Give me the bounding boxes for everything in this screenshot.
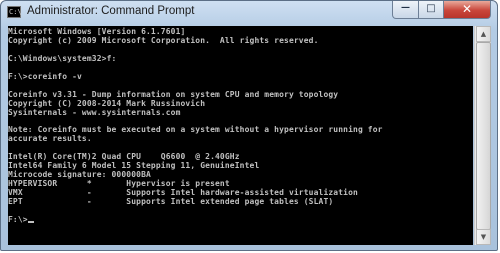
minimize-button[interactable]: — (392, 1, 419, 19)
scroll-down-button[interactable]: ▼ (476, 229, 491, 245)
console-line: Note: Coreinfo must be executed on a sys… (8, 125, 383, 135)
command-prompt-line[interactable]: F:\> (8, 215, 28, 224)
console-line: Intel(R) Core(TM)2 Quad CPU Q6600 @ 2.40… (8, 152, 240, 162)
console-line: F:\>coreinfo -v (8, 71, 82, 81)
vertical-scrollbar[interactable]: ▲ ▼ (474, 26, 491, 245)
scroll-up-button[interactable]: ▲ (476, 26, 491, 42)
console-icon[interactable]: C:\ (7, 6, 22, 18)
console-text: Microsoft Windows [Version 6.1.7601] Cop… (8, 26, 473, 225)
maximize-button[interactable]: □ (418, 1, 444, 19)
console-line: C:\Windows\system32>f: (8, 53, 117, 63)
console-line: accurate results. (8, 134, 92, 144)
console-line: VMX - Supports Intel hardware-assisted v… (8, 188, 358, 198)
console-output[interactable]: Microsoft Windows [Version 6.1.7601] Cop… (8, 26, 473, 245)
console-line: Microsoft Windows [Version 6.1.7601] (8, 27, 186, 36)
title-bar[interactable]: C:\ Administrator: Command Prompt — □ ✕ (1, 1, 497, 25)
console-line: Coreinfo v3.31 - Dump information on sys… (8, 89, 339, 99)
command-prompt-window: C:\ Administrator: Command Prompt — □ ✕ … (0, 0, 498, 251)
window-title: Administrator: Command Prompt (27, 5, 195, 17)
scroll-thumb[interactable] (476, 42, 491, 230)
console-line: Copyright (C) 2008-2014 Mark Russinovich (8, 98, 206, 108)
console-line: Sysinternals - www.sysinternals.com (8, 107, 181, 117)
console-line: Intel64 Family 6 Model 15 Stepping 11, G… (8, 161, 260, 171)
close-button[interactable]: ✕ (443, 1, 491, 19)
console-line: HYPERVISOR * Hypervisor is present (8, 179, 230, 189)
text-cursor (27, 221, 34, 224)
console-line: Copyright (c) 2009 Microsoft Corporation… (8, 35, 319, 45)
console-line: EPT - Supports Intel extended page table… (8, 197, 334, 207)
console-line: Microcode signature: 000000BA (8, 170, 151, 180)
